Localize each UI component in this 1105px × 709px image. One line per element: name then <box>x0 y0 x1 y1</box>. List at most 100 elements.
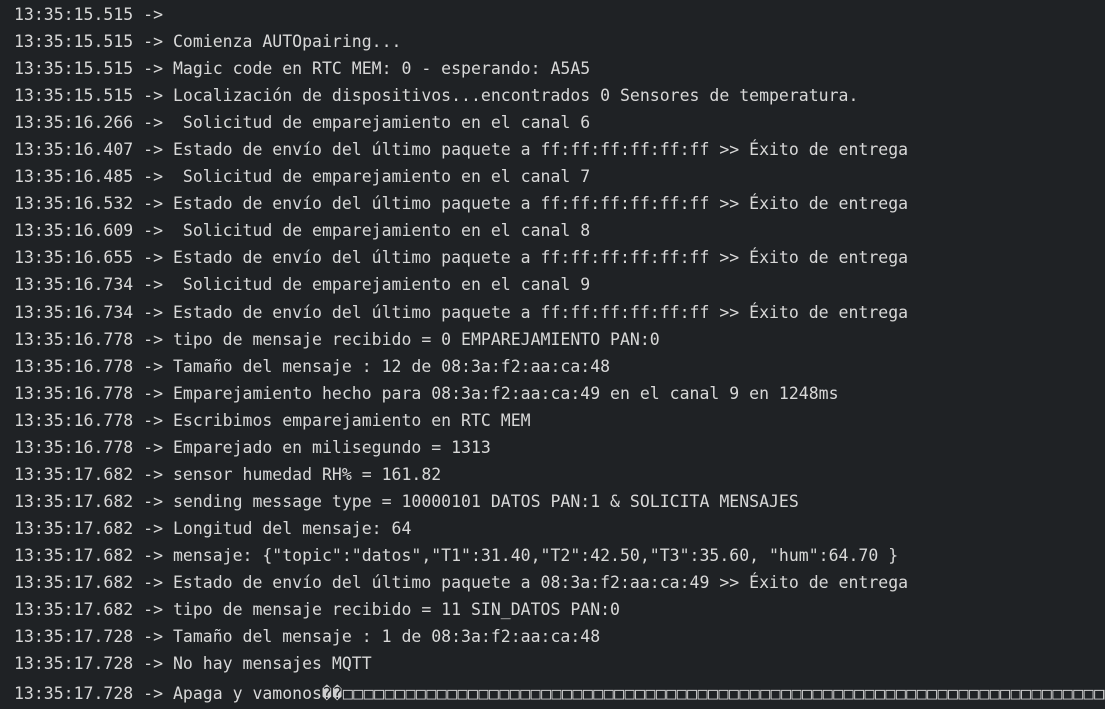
log-arrow: -> <box>133 302 173 322</box>
log-line-last: 13:35:17.728 -> Apaga y vamonos��□□□□□□□… <box>14 680 1105 707</box>
log-message: sending message type = 10000101 DATOS PA… <box>172 491 799 511</box>
log-arrow: -> <box>133 59 173 79</box>
log-line: 13:35:17.682 -> Estado de envío del últi… <box>14 569 1105 596</box>
log-arrow: -> <box>133 627 173 647</box>
log-arrow: -> <box>133 5 173 24</box>
log-arrow: -> <box>133 518 173 538</box>
log-arrow: -> <box>133 654 173 674</box>
log-timestamp: 13:35:15.515 <box>14 5 134 24</box>
log-line: 13:35:16.485 -> Solicitud de emparejamie… <box>14 163 1105 190</box>
log-timestamp: 13:35:15.515 <box>14 59 134 79</box>
log-arrow: -> <box>133 572 173 592</box>
log-line: 13:35:15.515 -> Magic code en RTC MEM: 0… <box>14 55 1105 82</box>
log-timestamp: 13:35:16.609 <box>14 221 134 241</box>
log-line: 13:35:16.532 -> Estado de envío del últi… <box>14 190 1105 217</box>
log-message: Estado de envío del último paquete a ff:… <box>172 302 909 322</box>
log-timestamp: 13:35:16.532 <box>14 194 134 214</box>
log-message: Longitud del mensaje: 64 <box>172 518 412 538</box>
log-arrow: -> <box>133 545 173 565</box>
log-message: tipo de mensaje recibido = 0 EMPAREJAMIE… <box>172 329 660 349</box>
log-message: Estado de envío del último paquete a ff:… <box>172 248 909 268</box>
log-line: 13:35:17.682 -> mensaje: {"topic":"datos… <box>14 542 1105 569</box>
log-message: Escribimos emparejamiento en RTC MEM <box>172 410 531 430</box>
log-timestamp: 13:35:17.682 <box>14 518 134 538</box>
log-garbage-chars: ��□□□□□□□□□□□□□□□□□□□□□□□□□□□□□□□□□□□□□□… <box>321 684 1105 704</box>
log-message: Apaga y vamonos <box>172 684 322 704</box>
log-line: 13:35:16.266 -> Solicitud de emparejamie… <box>14 109 1105 136</box>
log-arrow: -> <box>133 437 173 457</box>
log-line: 13:35:15.515 -> Localización de disposit… <box>14 82 1105 109</box>
log-line: 13:35:17.728 -> Tamaño del mensaje : 1 d… <box>14 623 1105 650</box>
log-line: 13:35:16.609 -> Solicitud de emparejamie… <box>14 217 1105 244</box>
log-timestamp: 13:35:17.728 <box>14 627 134 647</box>
log-line: 13:35:17.682 -> tipo de mensaje recibido… <box>14 596 1105 623</box>
log-timestamp: 13:35:17.682 <box>14 600 134 620</box>
log-message: Magic code en RTC MEM: 0 - esperando: A5… <box>172 59 591 79</box>
log-line: 13:35:17.682 -> sensor humedad RH% = 161… <box>14 461 1105 488</box>
log-line: 13:35:16.778 -> Emparejado en milisegund… <box>14 434 1105 461</box>
log-message: Comienza AUTOpairing... <box>172 32 402 52</box>
log-message: Tamaño del mensaje : 1 de 08:3a:f2:aa:ca… <box>172 627 601 647</box>
log-timestamp: 13:35:17.682 <box>14 572 134 592</box>
log-line: 13:35:16.734 -> Estado de envío del últi… <box>14 299 1105 326</box>
log-line: 13:35:16.407 -> Estado de envío del últi… <box>14 136 1105 163</box>
log-line: 13:35:16.778 -> Tamaño del mensaje : 12 … <box>14 353 1105 380</box>
log-timestamp: 13:35:16.485 <box>14 167 134 187</box>
log-message: Solicitud de emparejamiento en el canal … <box>172 221 591 241</box>
log-message: tipo de mensaje recibido = 11 SIN_DATOS … <box>172 600 620 620</box>
log-arrow: -> <box>133 464 173 484</box>
log-arrow: -> <box>133 684 173 704</box>
log-timestamp: 13:35:16.734 <box>14 302 134 322</box>
log-message: Estado de envío del último paquete a ff:… <box>172 140 909 160</box>
log-timestamp: 13:35:17.682 <box>14 545 134 565</box>
log-arrow: -> <box>133 491 173 511</box>
log-message: sensor humedad RH% = 161.82 <box>172 464 442 484</box>
log-message: Estado de envío del último paquete a 08:… <box>172 572 909 592</box>
log-timestamp: 13:35:16.778 <box>14 437 134 457</box>
log-timestamp: 13:35:16.266 <box>14 113 134 133</box>
log-timestamp: 13:35:16.734 <box>14 275 134 295</box>
log-message: Emparejamiento hecho para 08:3a:f2:aa:ca… <box>172 383 839 403</box>
log-arrow: -> <box>133 329 173 349</box>
log-message: Solicitud de emparejamiento en el canal … <box>172 113 591 133</box>
log-arrow: -> <box>133 221 173 241</box>
log-message: Tamaño del mensaje : 12 de 08:3a:f2:aa:c… <box>172 356 611 376</box>
log-timestamp: 13:35:16.778 <box>14 410 134 430</box>
log-message: Estado de envío del último paquete a ff:… <box>172 194 909 214</box>
log-arrow: -> <box>133 383 173 403</box>
log-line: 13:35:16.734 -> Solicitud de emparejamie… <box>14 271 1105 298</box>
log-message: mensaje: {"topic":"datos","T1":31.40,"T2… <box>172 545 899 565</box>
log-message: Solicitud de emparejamiento en el canal … <box>172 167 591 187</box>
log-timestamp: 13:35:16.778 <box>14 383 134 403</box>
log-message: Solicitud de emparejamiento en el canal … <box>172 275 591 295</box>
log-timestamp: 13:35:17.728 <box>14 654 134 674</box>
log-timestamp: 13:35:17.682 <box>14 491 134 511</box>
log-arrow: -> <box>133 86 173 106</box>
log-arrow: -> <box>133 32 173 52</box>
log-line: 13:35:17.682 -> sending message type = 1… <box>14 488 1105 515</box>
log-line: 13:35:17.682 -> Longitud del mensaje: 64 <box>14 515 1105 542</box>
log-line: 13:35:16.778 -> tipo de mensaje recibido… <box>14 326 1105 353</box>
log-timestamp: 13:35:16.655 <box>14 248 134 268</box>
serial-monitor-output[interactable]: 13:35:15.515 -> 13:35:15.515 -> Comienza… <box>0 0 1105 709</box>
log-timestamp: 13:35:16.778 <box>14 329 134 349</box>
log-line: 13:35:16.778 -> Escribimos emparejamient… <box>14 407 1105 434</box>
log-message: Localización de dispositivos...encontrad… <box>172 86 859 106</box>
log-timestamp: 13:35:15.515 <box>14 32 134 52</box>
log-line: 13:35:16.655 -> Estado de envío del últi… <box>14 244 1105 271</box>
log-arrow: -> <box>133 113 173 133</box>
log-line: 13:35:15.515 -> <box>14 1 1105 28</box>
log-line: 13:35:17.728 -> No hay mensajes MQTT <box>14 650 1105 677</box>
log-arrow: -> <box>133 410 173 430</box>
log-arrow: -> <box>133 600 173 620</box>
log-line: 13:35:16.778 -> Emparejamiento hecho par… <box>14 380 1105 407</box>
log-line: 13:35:15.515 -> Comienza AUTOpairing... <box>14 28 1105 55</box>
log-timestamp: 13:35:16.778 <box>14 356 134 376</box>
log-arrow: -> <box>133 167 173 187</box>
log-timestamp: 13:35:17.728 <box>14 684 134 704</box>
log-arrow: -> <box>133 194 173 214</box>
log-arrow: -> <box>133 248 173 268</box>
log-arrow: -> <box>133 140 173 160</box>
log-timestamp: 13:35:15.515 <box>14 86 134 106</box>
log-timestamp: 13:35:17.682 <box>14 464 134 484</box>
